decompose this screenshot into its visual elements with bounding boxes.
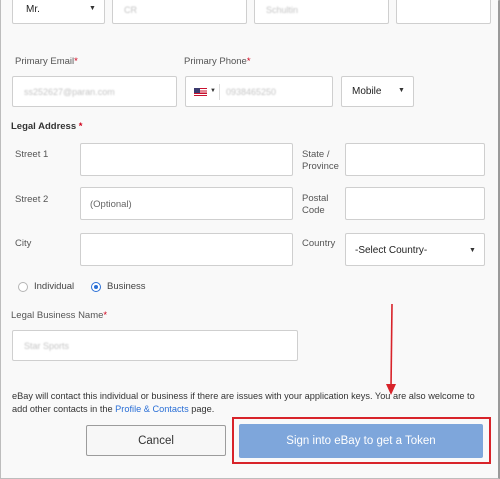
form-panel: Mr. ▼ CR Schultin Primary Email* ss25262… bbox=[1, 0, 498, 478]
sign-in-ebay-button[interactable]: Sign into eBay to get a Token bbox=[239, 424, 483, 458]
contact-note: eBay will contact this individual or bus… bbox=[12, 391, 475, 414]
street2-label: Street 2 bbox=[15, 194, 49, 205]
primary-email-label: Primary Email* bbox=[15, 56, 78, 67]
city-input[interactable] bbox=[80, 233, 293, 266]
individual-radio-label[interactable]: Individual bbox=[34, 281, 74, 293]
profile-contacts-link[interactable]: Profile & Contacts bbox=[115, 404, 189, 414]
phone-divider bbox=[219, 84, 220, 100]
business-radio[interactable] bbox=[91, 282, 101, 292]
annotation-arrow bbox=[386, 303, 396, 395]
last-name-input[interactable]: Schultin bbox=[254, 0, 389, 24]
primary-email-value: ss252627@paran.com bbox=[24, 87, 115, 97]
legal-address-heading: Legal Address * bbox=[11, 121, 83, 132]
primary-email-input[interactable]: ss252627@paran.com bbox=[12, 76, 177, 107]
country-label: Country bbox=[302, 238, 336, 249]
business-radio-label[interactable]: Business bbox=[107, 281, 146, 293]
phone-type-select[interactable]: Mobile ▼ bbox=[341, 76, 414, 107]
chevron-down-icon: ▼ bbox=[210, 88, 216, 94]
street2-placeholder: (Optional) bbox=[90, 199, 132, 210]
us-flag-icon[interactable] bbox=[194, 88, 207, 96]
country-select-value: -Select Country- bbox=[355, 245, 428, 256]
chevron-down-icon: ▼ bbox=[469, 247, 476, 254]
primary-phone-value: 0938465250 bbox=[226, 87, 277, 97]
chevron-down-icon: ▼ bbox=[398, 87, 405, 94]
street2-input[interactable]: (Optional) bbox=[80, 187, 293, 220]
street1-label: Street 1 bbox=[15, 149, 49, 160]
last-name-value: Schultin bbox=[266, 5, 299, 15]
state-label: State / Province bbox=[302, 149, 339, 172]
suffix-input[interactable] bbox=[396, 0, 491, 24]
legal-business-name-input[interactable]: Star Sports bbox=[12, 330, 298, 361]
legal-business-name-value: Star Sports bbox=[24, 341, 70, 351]
country-select[interactable]: -Select Country- ▼ bbox=[345, 233, 485, 266]
city-label: City bbox=[15, 238, 32, 249]
first-name-value: CR bbox=[124, 5, 137, 15]
postal-code-label: Postal Code bbox=[302, 193, 329, 216]
chevron-down-icon: ▼ bbox=[89, 5, 96, 12]
postal-code-input[interactable] bbox=[345, 187, 485, 220]
title-select-value: Mr. bbox=[26, 4, 40, 15]
first-name-input[interactable]: CR bbox=[112, 0, 247, 24]
cancel-button[interactable]: Cancel bbox=[86, 425, 226, 456]
street1-input[interactable] bbox=[80, 143, 293, 176]
legal-business-name-label: Legal Business Name* bbox=[11, 310, 108, 321]
title-select[interactable]: Mr. ▼ bbox=[12, 0, 105, 24]
primary-phone-label: Primary Phone* bbox=[184, 56, 251, 67]
state-input[interactable] bbox=[345, 143, 485, 176]
phone-type-value: Mobile bbox=[352, 86, 382, 97]
primary-phone-input[interactable]: ▼ 0938465250 bbox=[185, 76, 333, 107]
individual-radio[interactable] bbox=[18, 282, 28, 292]
